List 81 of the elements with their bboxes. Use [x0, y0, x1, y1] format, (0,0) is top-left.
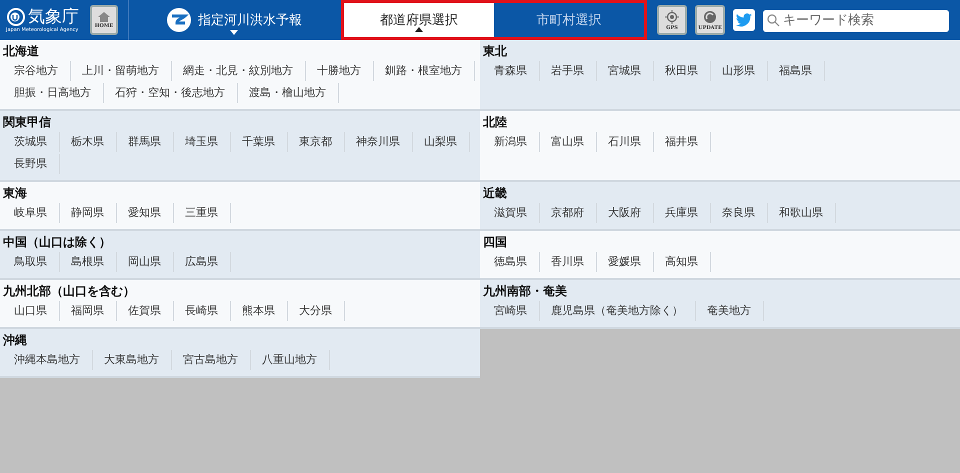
prefecture-link[interactable]: 千葉県 — [231, 132, 288, 152]
prefecture-link[interactable]: 山口県 — [3, 301, 60, 321]
prefecture-link[interactable]: 長野県 — [3, 154, 60, 174]
prefecture-link[interactable]: 新潟県 — [483, 132, 540, 152]
region-title: 九州南部・奄美 — [483, 283, 568, 300]
prefecture-link[interactable]: 兵庫県 — [654, 203, 711, 223]
prefecture-link[interactable]: 岐阜県 — [3, 203, 60, 223]
prefecture-link[interactable]: 群馬県 — [117, 132, 174, 152]
prefecture-link[interactable]: 三重県 — [174, 203, 231, 223]
prefecture-link[interactable]: 鹿児島県（奄美地方除く） — [540, 301, 696, 321]
caret-icon — [415, 27, 423, 32]
prefecture-link[interactable]: 石狩・空知・後志地方 — [104, 83, 238, 103]
logo-name: 気象庁 — [28, 7, 79, 27]
house-icon — [97, 12, 111, 22]
prefecture-link[interactable]: 高知県 — [654, 252, 711, 272]
prefecture-link[interactable]: 山形県 — [711, 61, 768, 81]
prefecture-link[interactable]: 秋田県 — [654, 61, 711, 81]
prefecture-link[interactable]: 石川県 — [597, 132, 654, 152]
logo-icon — [6, 7, 26, 27]
prefecture-link[interactable]: 岩手県 — [540, 61, 597, 81]
prefecture-link[interactable]: 和歌山県 — [768, 203, 836, 223]
prefecture-link[interactable]: 渡島・檜山地方 — [238, 83, 339, 103]
prefecture-link[interactable]: 福岡県 — [60, 301, 117, 321]
prefecture-link[interactable]: 愛知県 — [117, 203, 174, 223]
prefecture-link[interactable]: 胆振・日高地方 — [3, 83, 104, 103]
prefecture-link[interactable]: 宗谷地方 — [3, 61, 71, 81]
region-title: 中国（山口は除く） — [3, 234, 112, 251]
prefecture-link[interactable]: 宮崎県 — [483, 301, 540, 321]
prefecture-link[interactable]: 滋賀県 — [483, 203, 540, 223]
prefecture-link[interactable]: 佐賀県 — [117, 301, 174, 321]
region-title: 北海道 — [3, 43, 40, 60]
prefecture-link[interactable]: 熊本県 — [231, 301, 288, 321]
region-title: 北陸 — [483, 114, 508, 131]
prefecture-link[interactable]: 福井県 — [654, 132, 711, 152]
tab[interactable]: 都道府県選択 — [344, 3, 494, 37]
region-title: 近畿 — [483, 185, 508, 202]
prefecture-link[interactable]: 宮古島地方 — [172, 350, 251, 370]
product-menu[interactable]: 指定河川洪水予報 — [129, 0, 339, 40]
prefecture-link[interactable]: 京都府 — [540, 203, 597, 223]
prefecture-link[interactable]: 富山県 — [540, 132, 597, 152]
prefecture-link[interactable]: 島根県 — [60, 252, 117, 272]
prefecture-link[interactable]: 沖縄本島地方 — [3, 350, 93, 370]
region-title: 東海 — [3, 185, 28, 202]
prefecture-link[interactable]: 大東島地方 — [93, 350, 172, 370]
prefecture-link[interactable]: 静岡県 — [60, 203, 117, 223]
prefecture-link[interactable]: 宮城県 — [597, 61, 654, 81]
prefecture-link[interactable]: 香川県 — [540, 252, 597, 272]
prefecture-link[interactable]: 八重山地方 — [251, 350, 330, 370]
prefecture-link[interactable]: 奈良県 — [711, 203, 768, 223]
prefecture-link[interactable]: 山梨県 — [413, 132, 470, 152]
prefecture-link[interactable]: 埼玉県 — [174, 132, 231, 152]
prefecture-link[interactable]: 上川・留萌地方 — [71, 61, 172, 81]
region-title: 四国 — [483, 234, 508, 251]
prefecture-link[interactable]: 長崎県 — [174, 301, 231, 321]
prefecture-link[interactable]: 大分県 — [288, 301, 345, 321]
prefecture-link[interactable]: 網走・北見・紋別地方 — [172, 61, 306, 81]
region-title: 関東甲信 — [3, 114, 52, 131]
prefecture-link[interactable]: 十勝地方 — [306, 61, 374, 81]
prefecture-link[interactable]: 福島県 — [768, 61, 825, 81]
region-title: 沖縄 — [3, 332, 28, 349]
prefecture-link[interactable]: 釧路・根室地方 — [374, 61, 475, 81]
prefecture-link[interactable]: 東京都 — [288, 132, 345, 152]
prefecture-link[interactable]: 神奈川県 — [345, 132, 413, 152]
caret-icon — [230, 30, 238, 35]
search-field[interactable]: キーワード検索 — [763, 10, 949, 32]
prefecture-link[interactable]: 徳島県 — [483, 252, 540, 272]
prefecture-link[interactable]: 広島県 — [174, 252, 231, 272]
prefecture-link[interactable]: 茨城県 — [3, 132, 60, 152]
refresh-icon — [703, 10, 717, 24]
prefecture-link[interactable]: 鳥取県 — [3, 252, 60, 272]
prefecture-link[interactable]: 奄美地方 — [696, 301, 764, 321]
region-title: 東北 — [483, 43, 508, 60]
prefecture-link[interactable]: 岡山県 — [117, 252, 174, 272]
prefecture-link[interactable]: 栃木県 — [60, 132, 117, 152]
region-title: 九州北部（山口を含む） — [3, 283, 136, 300]
prefecture-link[interactable]: 大阪府 — [597, 203, 654, 223]
bird-icon[interactable] — [733, 9, 755, 31]
search-icon — [767, 14, 780, 27]
crosshair-icon — [665, 10, 679, 24]
prefecture-link[interactable]: 愛媛県 — [597, 252, 654, 272]
prefecture-link[interactable]: 青森県 — [483, 61, 540, 81]
